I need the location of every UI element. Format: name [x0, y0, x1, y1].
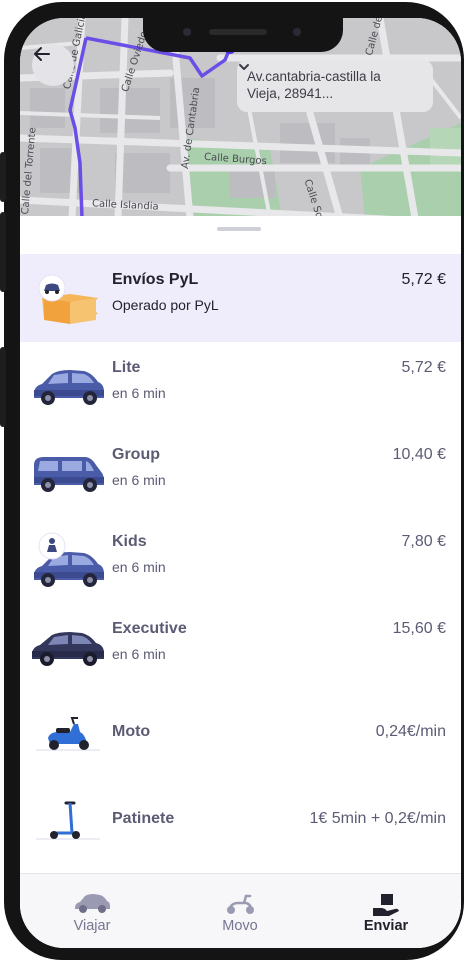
option-lite[interactable]: Lite en 6 min 5,72 € [20, 342, 461, 429]
option-title: Kids [112, 533, 147, 550]
phone-button-volume-down [0, 347, 6, 427]
sheet-drag-handle[interactable] [217, 227, 261, 231]
back-button[interactable] [32, 44, 74, 86]
car-lite-icon [30, 342, 106, 429]
bottom-navigation: Viajar Movo Enviar [20, 873, 461, 948]
phone-frame: Calle de Galicia Calle Oviedo Av. de Can… [0, 2, 464, 960]
nav-label: Viajar [73, 918, 111, 934]
notch [143, 18, 343, 52]
option-price: 1€ 5min + 0,2€/min [309, 810, 446, 827]
chevron-down-icon [239, 64, 249, 70]
option-envios-pyl[interactable]: Envíos PyL Operado por PyL 5,72 € [20, 254, 461, 342]
scooter-icon [227, 894, 254, 914]
option-patinete[interactable]: Patinete 1€ 5min + 0,2€/min [20, 777, 461, 864]
option-price: 5,72 € [401, 359, 446, 376]
nav-tab-movo[interactable]: Movo [180, 874, 300, 948]
option-subtitle: en 6 min [112, 472, 166, 488]
arrow-left-icon [34, 47, 50, 61]
package-car-icon [30, 254, 106, 342]
option-title: Envíos PyL [112, 271, 199, 288]
destination-address-selector[interactable]: Av.cantabria-castilla la Vieja, 28941... [237, 60, 433, 112]
option-title: Moto [112, 723, 151, 740]
option-moto[interactable]: Moto 0,24€/min [20, 690, 461, 777]
option-price: 7,80 € [401, 533, 446, 550]
option-subtitle: en 6 min [112, 385, 166, 401]
option-subtitle: en 6 min [112, 559, 166, 575]
phone-button-volume-up [0, 212, 6, 292]
option-price: 0,24€/min [375, 723, 446, 740]
executive-car-icon [30, 603, 106, 690]
destination-address: Av.cantabria-castilla la Vieja, 28941... [247, 69, 381, 101]
option-subtitle: en 6 min [112, 646, 166, 662]
package-hand-icon [373, 894, 399, 916]
option-subtitle: Operado por PyL [112, 297, 219, 313]
option-price: 10,40 € [392, 446, 446, 463]
app-screen: Calle de Galicia Calle Oviedo Av. de Can… [20, 18, 461, 948]
option-title: Executive [112, 620, 187, 637]
scooter-moto-icon [30, 690, 106, 777]
phone-button-mute [0, 152, 6, 202]
option-price: 15,60 € [392, 620, 446, 637]
option-title: Group [112, 446, 160, 463]
service-options-sheet: Envíos PyL Operado por PyL 5,72 € Lite e… [20, 216, 461, 948]
option-kids[interactable]: Kids en 6 min 7,80 € [20, 516, 461, 603]
kick-scooter-icon [30, 777, 106, 864]
option-title: Lite [112, 359, 141, 376]
nav-tab-enviar[interactable]: Enviar [326, 874, 446, 948]
option-title: Patinete [112, 810, 175, 827]
child-seat-car-icon [30, 516, 106, 603]
nav-label: Movo [222, 918, 258, 934]
van-icon [30, 429, 106, 516]
nav-label: Enviar [363, 918, 409, 934]
option-group[interactable]: Group en 6 min 10,40 € [20, 429, 461, 516]
car-icon [75, 894, 110, 913]
option-price: 5,72 € [401, 271, 446, 288]
option-executive[interactable]: Executive en 6 min 15,60 € [20, 603, 461, 690]
nav-tab-viajar[interactable]: Viajar [32, 874, 152, 948]
